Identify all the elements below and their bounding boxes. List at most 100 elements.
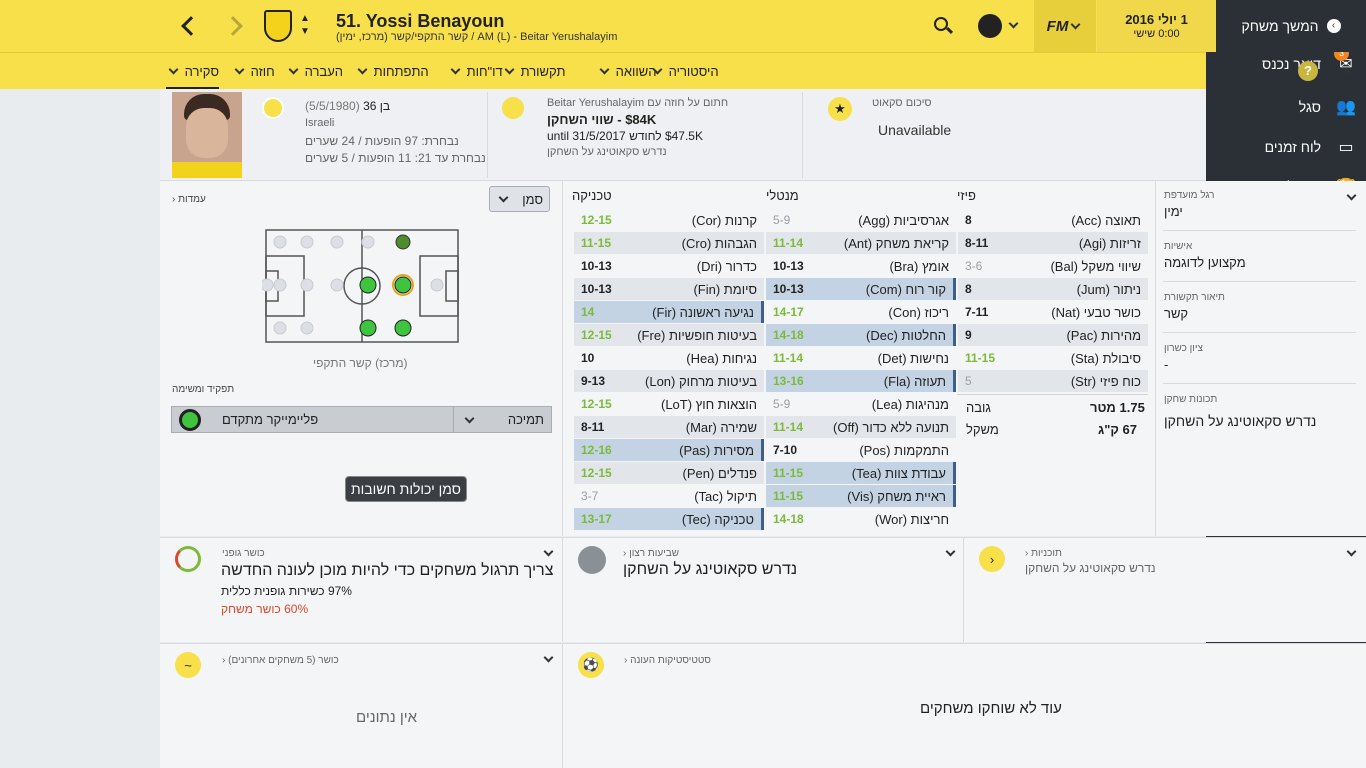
tab-3[interactable]: התפתחות bbox=[355, 53, 429, 90]
attribute-row[interactable]: פנדלים (Pen) 12-15 bbox=[574, 462, 764, 484]
attribute-name: ריכוז (Con) bbox=[888, 304, 949, 320]
back-button[interactable] bbox=[178, 14, 201, 38]
attribute-value: 12-16 bbox=[581, 443, 612, 457]
attribute-row[interactable]: שמירה (Mar) 8-11 bbox=[574, 416, 764, 438]
attribute-row[interactable]: תיקול (Tac) 3-7 bbox=[574, 485, 764, 507]
form-wave-icon: ~ bbox=[175, 652, 201, 678]
attribute-row[interactable]: החלטות (Dec) 14-18 bbox=[766, 324, 956, 346]
attribute-row[interactable]: קריאת משחק (Ant) 11-14 bbox=[766, 232, 956, 254]
help-icon[interactable]: ? bbox=[1298, 61, 1318, 81]
plans-label[interactable]: תוכניות ‹ bbox=[1025, 548, 1062, 559]
player-switch-arrows[interactable]: ▲ ▼ bbox=[298, 12, 312, 40]
attribute-row[interactable]: כדרור (Dri) 10-13 bbox=[574, 255, 764, 277]
fitness-collapse-icon[interactable] bbox=[541, 546, 556, 561]
attribute-value: 7-11 bbox=[965, 305, 989, 319]
attribute-row[interactable]: עבודת צוות (Tea) 11-15 bbox=[766, 462, 956, 484]
attribute-row[interactable]: סיבולת (Sta) 11-15 bbox=[958, 347, 1148, 369]
attribute-row[interactable]: מנהיגות (Lea) 5-9 bbox=[766, 393, 956, 415]
attribute-value: 8 bbox=[965, 213, 972, 227]
tab-1[interactable]: חוזה bbox=[232, 53, 275, 90]
search-icon[interactable] bbox=[934, 17, 954, 35]
attribute-row[interactable]: שיווי משקל (Bal) 3-6 bbox=[958, 255, 1148, 277]
attribute-row[interactable]: מהירות (Pac) 9 bbox=[958, 324, 1148, 346]
stats-label[interactable]: סטטיסטיקות העונה ‹ bbox=[624, 655, 711, 666]
globe-dropdown-icon[interactable] bbox=[1006, 18, 1021, 33]
attribute-row[interactable]: אומץ (Bra) 10-13 bbox=[766, 255, 956, 277]
attribute-row[interactable]: נגיעה ראשונה (Fir) 14 bbox=[574, 301, 764, 323]
attribute-row[interactable]: תנועה ללא כדור (Off) 11-14 bbox=[766, 416, 956, 438]
attribute-row[interactable]: קרנות (Cor) 12-15 bbox=[574, 209, 764, 231]
forward-button[interactable] bbox=[223, 14, 248, 38]
continue-arrow-icon: › bbox=[1326, 19, 1341, 33]
tab-6[interactable]: השוואה bbox=[597, 53, 657, 90]
mental-header: מנטלי bbox=[766, 188, 799, 203]
stats-no-matches: עוד לא שוחקו משחקים bbox=[920, 700, 1062, 717]
attribute-row[interactable]: טכניקה (Tec) 13-17 bbox=[574, 508, 764, 530]
date-panel[interactable]: 1 יולי 2016 0:00 שישי bbox=[1097, 0, 1216, 52]
attribute-row[interactable]: קור רוח (Com) 10-13 bbox=[766, 278, 956, 300]
tab-0[interactable]: סקירה bbox=[166, 53, 219, 90]
continue-button[interactable]: › המשך משחק bbox=[1216, 0, 1366, 52]
form-label[interactable]: כושר (5 משחקים אחרונים) ‹ bbox=[222, 655, 339, 666]
attribute-row[interactable]: אגרסיביות (Agg) 5-9 bbox=[766, 209, 956, 231]
tab-7[interactable]: היסטוריה bbox=[650, 53, 719, 90]
tab-2[interactable]: העברה bbox=[286, 53, 343, 90]
tab-5[interactable]: תקשורת bbox=[502, 53, 565, 90]
plans-collapse-icon[interactable] bbox=[1344, 546, 1359, 561]
attribute-row[interactable]: מסירות (Pas) 12-16 bbox=[574, 439, 764, 461]
sidebar-item-3[interactable]: ▭ לוח זמנים bbox=[1206, 127, 1366, 167]
attribute-name: בעיטות חופשיות (Fre) bbox=[637, 327, 757, 343]
globe-icon[interactable] bbox=[978, 14, 1002, 38]
attribute-row[interactable]: הוצאות חוץ (LoT) 12-15 bbox=[574, 393, 764, 415]
tab-4[interactable]: דו"חות bbox=[448, 53, 503, 90]
attribute-row[interactable]: חריצות (Wor) 14-18 bbox=[766, 508, 956, 530]
attribute-row[interactable]: זריזות (Agi) 8-11 bbox=[958, 232, 1148, 254]
personality-value: מקצוען לדוגמה bbox=[1164, 255, 1246, 270]
attribute-value: 10-13 bbox=[773, 282, 804, 296]
mark-dropdown[interactable]: סמן bbox=[489, 186, 550, 212]
fm-menu[interactable]: FM bbox=[1034, 0, 1096, 52]
fm-logo: FM bbox=[1046, 17, 1069, 35]
positions-header[interactable]: עמדות ‹ bbox=[172, 194, 206, 205]
player-dob: (5/5/1980) bbox=[305, 99, 360, 113]
chevron-down-icon bbox=[498, 192, 509, 203]
plans-text: נדרש סקאוטינג על השחקן bbox=[1025, 561, 1156, 575]
attribute-row[interactable]: תאוצה (Acc) 8 bbox=[958, 209, 1148, 231]
attribute-row[interactable]: סיומת (Fin) 10-13 bbox=[574, 278, 764, 300]
attribute-row[interactable]: כושר טבעי (Nat) 7-11 bbox=[958, 301, 1148, 323]
attribute-row[interactable]: התמקמות (Pos) 7-10 bbox=[766, 439, 956, 461]
form-collapse-icon[interactable] bbox=[541, 652, 556, 667]
attribute-row[interactable]: בעיטות מרחוק (Lon) 9-13 bbox=[574, 370, 764, 392]
height-label: גובה bbox=[966, 400, 991, 415]
happiness-collapse-icon[interactable] bbox=[943, 546, 958, 561]
subnav-collapse-icon[interactable] bbox=[1340, 63, 1355, 78]
attribute-value: 9 bbox=[965, 328, 972, 342]
attribute-row[interactable]: ריכוז (Con) 14-17 bbox=[766, 301, 956, 323]
attribute-name: בעיטות מרחוק (Lon) bbox=[645, 373, 757, 389]
attribute-row[interactable]: הגבהות (Cro) 11-15 bbox=[574, 232, 764, 254]
attribute-row[interactable]: תעוזה (Fla) 13-16 bbox=[766, 370, 956, 392]
attribute-row[interactable]: ראיית משחק (Vis) 11-15 bbox=[766, 485, 956, 507]
attribute-value: 14-18 bbox=[773, 328, 804, 342]
attribute-row[interactable]: נגיחות (Hea) 10 bbox=[574, 347, 764, 369]
details-collapse-icon[interactable] bbox=[1344, 190, 1359, 205]
attribute-row[interactable]: בעיטות חופשיות (Fre) 12-15 bbox=[574, 324, 764, 346]
happiness-text: נדרש סקאוטינג על השחקן bbox=[623, 561, 798, 578]
sidebar-item-2[interactable]: 👥 סגל bbox=[1206, 87, 1366, 127]
attribute-row[interactable]: ניתור (Jum) 8 bbox=[958, 278, 1148, 300]
continue-label: המשך משחק bbox=[1241, 18, 1319, 34]
happiness-label[interactable]: שביעות רצון ‹ bbox=[623, 548, 679, 559]
weight-label: משקל bbox=[966, 422, 999, 437]
role-selector[interactable]: פליימייקר מתקדם תמיכה bbox=[171, 406, 552, 433]
condition-label: ציון כשרון bbox=[1164, 343, 1203, 354]
time-label: 0:00 שישי bbox=[1133, 28, 1180, 40]
attribute-row[interactable]: כוח פיזי (Str) 5 bbox=[958, 370, 1148, 392]
attribute-name: שיווי משקל (Bal) bbox=[1050, 258, 1141, 274]
attribute-name: החלטות (Dec) bbox=[866, 327, 946, 343]
chevron-down-icon bbox=[168, 64, 179, 75]
player-age: בן 36 bbox=[363, 99, 391, 113]
duty-dropdown[interactable]: תמיכה bbox=[454, 407, 552, 432]
attribute-name: אומץ (Bra) bbox=[889, 258, 949, 274]
attribute-value: 5 bbox=[965, 374, 972, 388]
attribute-row[interactable]: נחישות (Det) 11-14 bbox=[766, 347, 956, 369]
